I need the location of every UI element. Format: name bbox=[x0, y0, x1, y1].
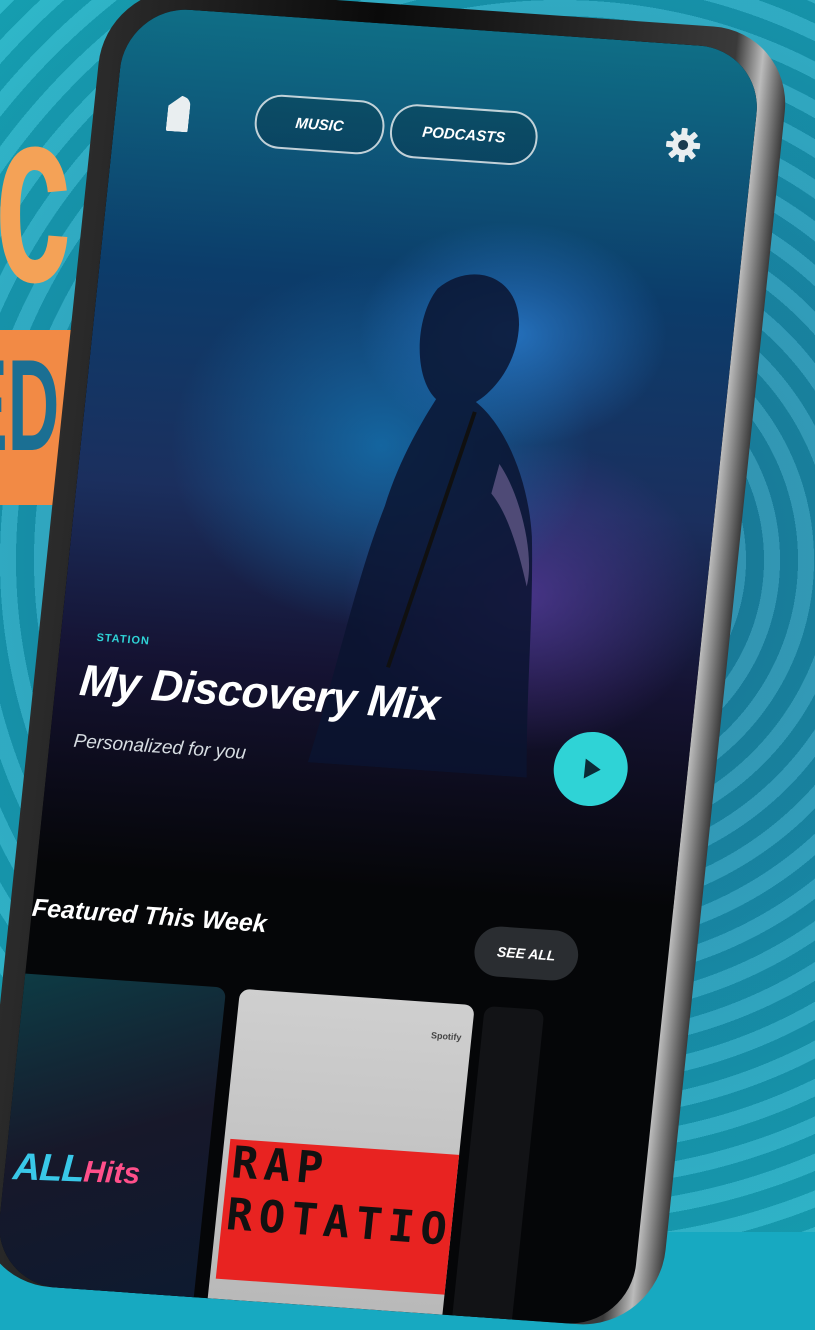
tab-podcasts[interactable]: PODCASTS bbox=[387, 102, 541, 167]
hero-tag: STATION bbox=[95, 631, 151, 648]
gear-icon[interactable] bbox=[661, 124, 705, 167]
play-icon bbox=[583, 758, 601, 779]
top-bar: MUSIC PODCASTS bbox=[112, 75, 756, 190]
tab-music[interactable]: MUSIC bbox=[252, 93, 388, 157]
promo-badge-text: ED bbox=[0, 332, 60, 478]
see-all-button[interactable]: SEE ALL bbox=[471, 924, 581, 983]
promo-headline: ic bbox=[0, 55, 71, 334]
app-logo-icon[interactable] bbox=[166, 95, 192, 132]
playlist-card-all-hits[interactable]: ALLHits bbox=[0, 972, 227, 1308]
all-hits-logo: ALLHits bbox=[12, 1146, 142, 1193]
phone: MUSIC PODCASTS STATION My Discovery Mix … bbox=[0, 0, 794, 1330]
all-hits-part2: Hits bbox=[82, 1155, 142, 1191]
playlist-card-rap-rotation[interactable]: Spotify RAP ROTATION bbox=[206, 988, 475, 1325]
content-type-switch: MUSIC PODCASTS bbox=[252, 93, 541, 167]
play-button[interactable] bbox=[550, 729, 632, 809]
rap-card-line1: RAP bbox=[229, 1137, 332, 1195]
rap-card-brand: Spotify bbox=[430, 1030, 462, 1043]
hero-banner[interactable]: MUSIC PODCASTS STATION My Discovery Mix … bbox=[36, 5, 764, 909]
phone-screen: MUSIC PODCASTS STATION My Discovery Mix … bbox=[0, 5, 764, 1328]
all-hits-part1: ALL bbox=[11, 1146, 86, 1191]
hero-subtitle: Personalized for you bbox=[72, 730, 248, 764]
featured-section-title: Featured This Week bbox=[30, 893, 269, 939]
